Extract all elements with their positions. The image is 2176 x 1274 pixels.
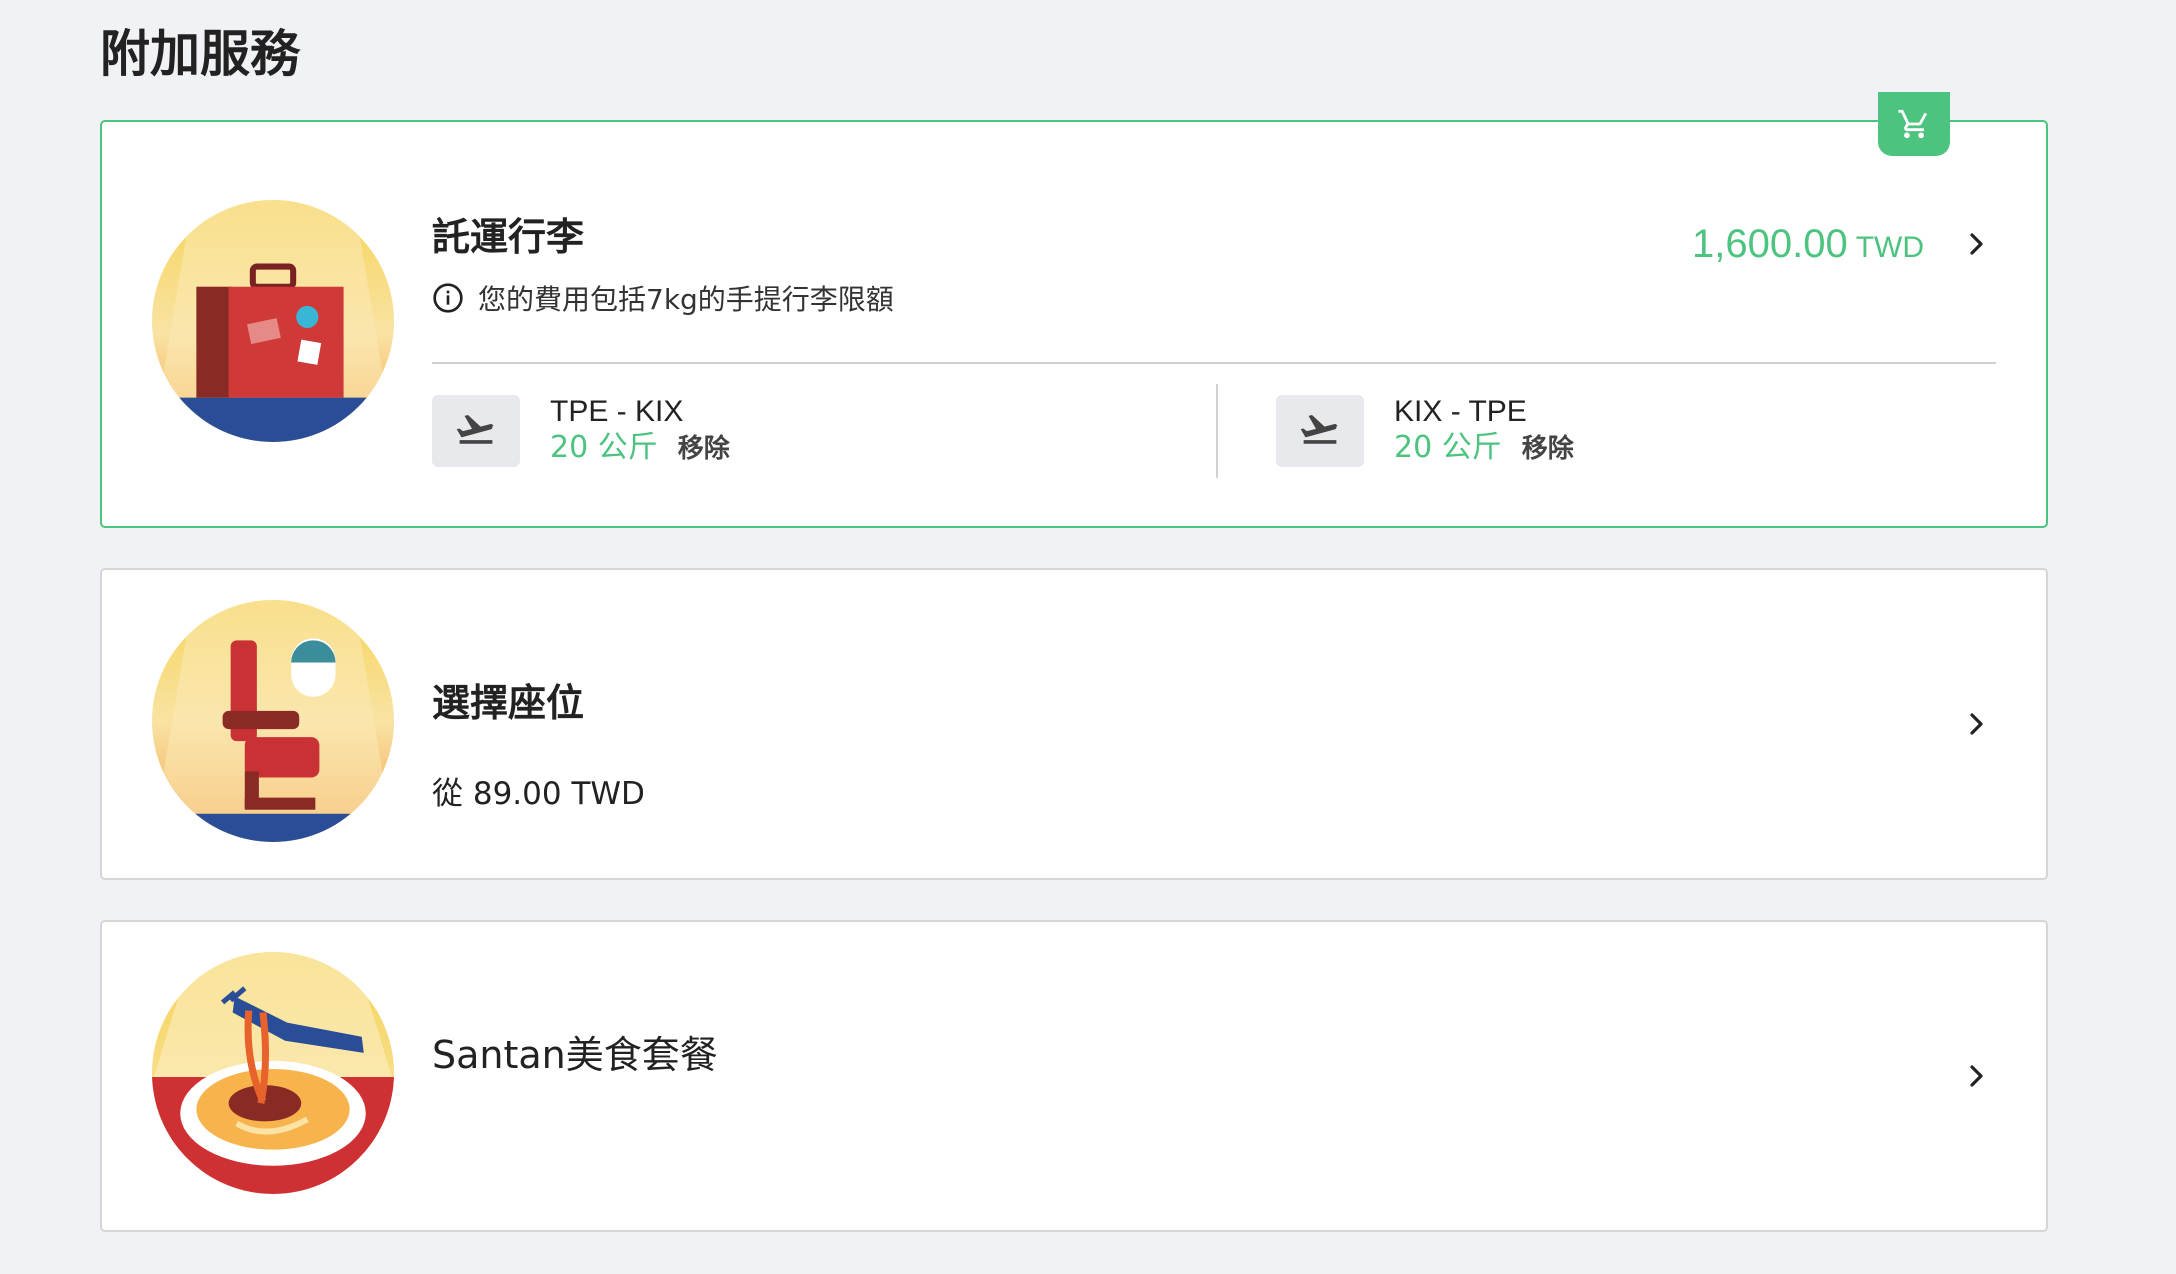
segment-weight: 20 公斤 — [1394, 430, 1502, 465]
segment-route: KIX - TPE — [1394, 395, 1527, 428]
meal-title: Santan美食套餐 — [432, 1033, 718, 1077]
remove-button[interactable]: 移除 — [678, 431, 730, 467]
baggage-segment: KIX - TPE 20 公斤 移除 — [1276, 394, 1574, 467]
baggage-card[interactable]: 託運行李 您的費用包括7kg的手提行李限額 1,600.00 TWD TPE - … — [100, 92, 2048, 528]
cart-badge — [1878, 92, 1950, 156]
suitcase-icon — [152, 200, 394, 442]
baggage-price-currency: TWD — [1855, 231, 1924, 264]
page-title: 附加服務 — [100, 25, 300, 83]
baggage-price: 1,600.00 TWD — [1692, 222, 1924, 267]
seat-title: 選擇座位 — [432, 681, 585, 725]
noodle-plate-icon — [152, 952, 394, 1194]
divider — [432, 362, 1996, 364]
baggage-note-text: 您的費用包括7kg的手提行李限額 — [478, 283, 894, 316]
baggage-note: 您的費用包括7kg的手提行李限額 — [432, 278, 894, 318]
plane-departure-icon — [1276, 394, 1364, 467]
seat-icon — [152, 600, 394, 842]
segment-divider — [1216, 384, 1218, 478]
chevron-right-icon[interactable] — [1964, 1064, 1988, 1088]
meal-card[interactable]: Santan美食套餐 — [100, 920, 2048, 1232]
cart-icon — [1898, 109, 1928, 139]
seat-from-price: 從 89.00 TWD — [432, 776, 645, 812]
segment-weight: 20 公斤 — [550, 430, 658, 465]
baggage-segment: TPE - KIX 20 公斤 移除 — [432, 394, 730, 467]
baggage-price-amount: 1,600.00 — [1691, 222, 1848, 266]
chevron-right-icon[interactable] — [1964, 232, 1988, 256]
chevron-right-icon[interactable] — [1964, 712, 1988, 736]
plane-departure-icon — [432, 394, 520, 467]
remove-button[interactable]: 移除 — [1522, 431, 1574, 467]
baggage-title: 託運行李 — [432, 215, 585, 259]
seat-card[interactable]: 選擇座位 從 89.00 TWD — [100, 568, 2048, 880]
info-icon — [433, 283, 463, 313]
segment-route: TPE - KIX — [550, 395, 684, 428]
